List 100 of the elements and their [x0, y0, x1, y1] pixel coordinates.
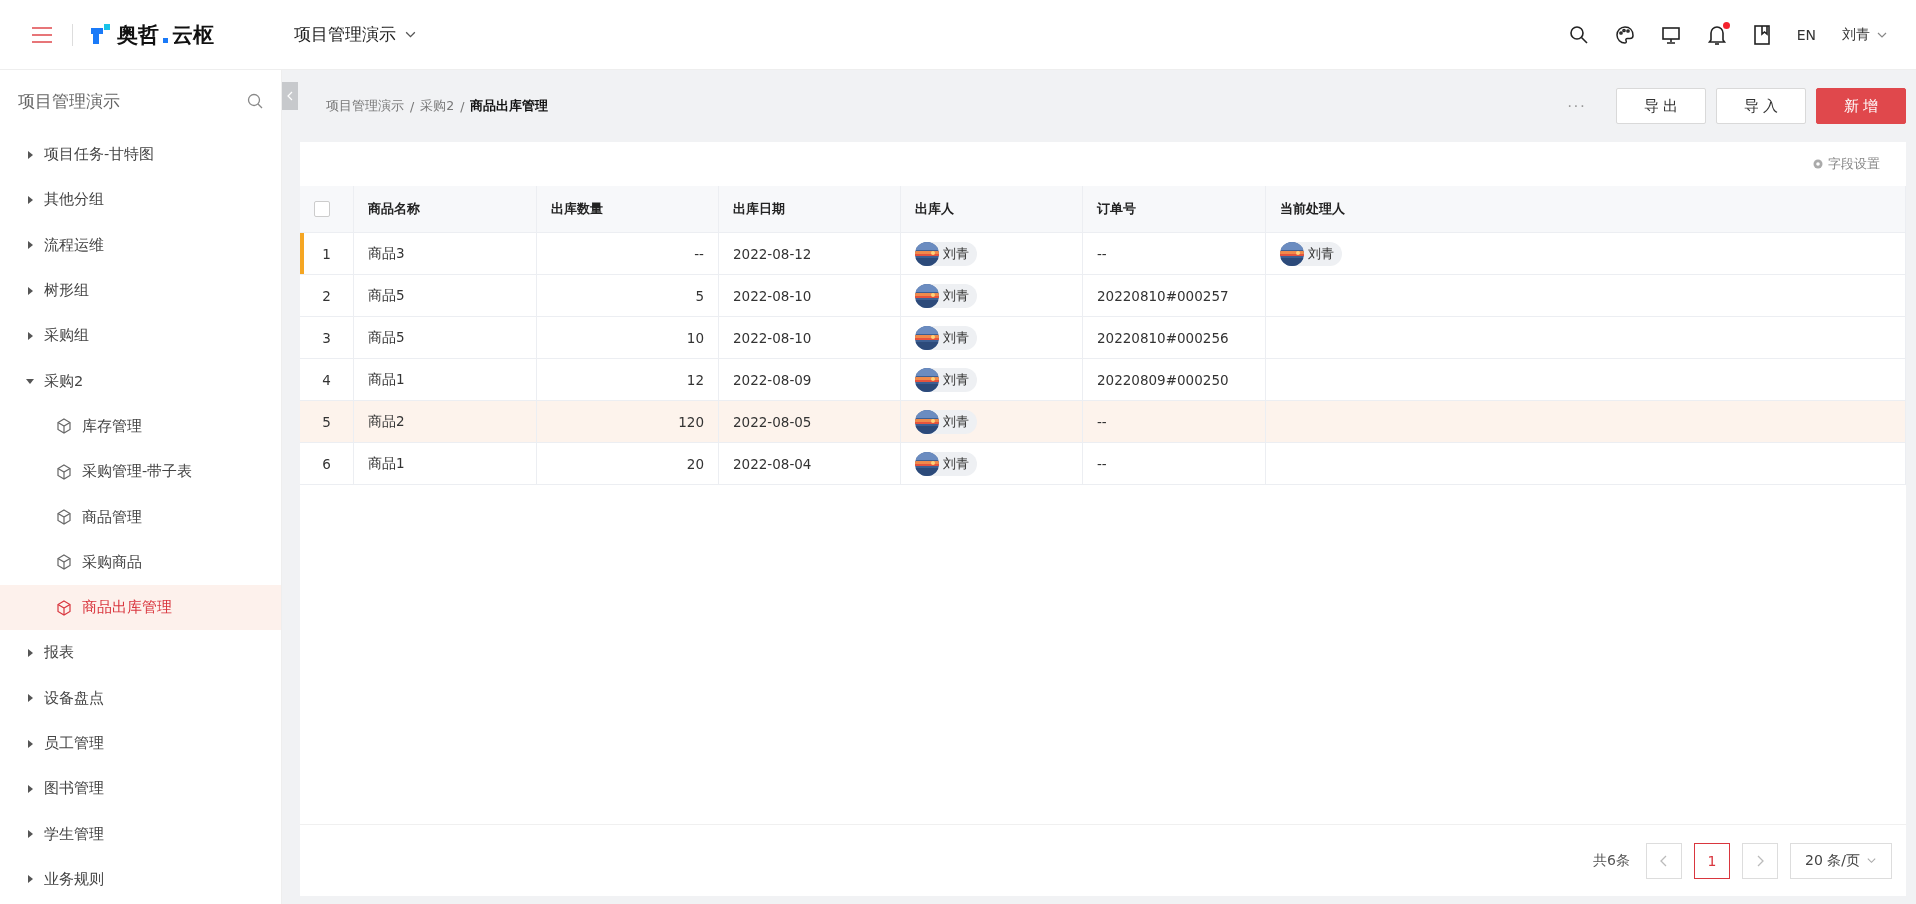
caret-icon — [26, 830, 34, 839]
sidebar-item-label: 流程运维 — [44, 235, 104, 255]
sidebar-item-label: 采购商品 — [82, 552, 142, 572]
book-icon[interactable] — [1752, 24, 1771, 45]
sidebar-item[interactable]: 图书管理 — [0, 766, 281, 812]
row-number: 3 — [300, 317, 354, 359]
cube-icon — [56, 418, 72, 435]
column-header: 商品名称 — [354, 186, 537, 233]
row-number: 1 — [300, 233, 354, 275]
language-button[interactable]: EN — [1796, 26, 1816, 43]
table-cell: 商品1 — [354, 443, 537, 485]
sidebar-item-label: 采购管理-带子表 — [82, 462, 193, 482]
monitor-icon[interactable] — [1660, 24, 1681, 45]
field-settings-button[interactable]: 字段设置 — [1806, 154, 1886, 174]
app-switcher[interactable]: 项目管理演示 — [294, 23, 417, 46]
sidebar-item-label: 树形组 — [44, 281, 89, 301]
user-tag: 刘青 — [915, 325, 977, 350]
user-tag: 刘青 — [915, 283, 977, 308]
caret-icon — [26, 150, 34, 159]
sidebar-item[interactable]: 库存管理 — [0, 403, 281, 450]
table-cell: 商品2 — [354, 401, 537, 443]
chevron-left-icon — [1660, 854, 1668, 867]
column-header: 订单号 — [1083, 186, 1266, 233]
cube-icon — [56, 463, 72, 480]
page-button[interactable]: 1 — [1694, 842, 1730, 879]
table-cell: 12 — [537, 359, 719, 401]
table-cell: -- — [1083, 401, 1266, 443]
table-cell: 2022-08-10 — [719, 275, 901, 317]
chevron-left-icon — [287, 91, 293, 101]
sidebar-item[interactable]: 采购商品 — [0, 539, 281, 585]
table-cell: 2022-08-12 — [719, 233, 901, 275]
caret-icon — [26, 694, 34, 703]
table-cell: 5 — [537, 275, 719, 317]
row-number: 4 — [300, 359, 354, 401]
user-tag: 刘青 — [915, 367, 977, 392]
search-icon[interactable] — [1568, 24, 1589, 45]
caret-icon — [26, 739, 34, 748]
caret-icon — [26, 241, 34, 250]
cube-icon — [56, 509, 72, 525]
table-cell: -- — [537, 233, 719, 275]
sidebar-item[interactable]: 设备盘点 — [0, 675, 281, 721]
breadcrumb-separator: / — [460, 98, 465, 114]
sidebar-item[interactable]: 报表 — [0, 630, 281, 676]
sidebar-item-label: 采购组 — [44, 326, 89, 346]
sidebar-item-label: 图书管理 — [44, 779, 104, 799]
row-number: 6 — [300, 443, 354, 485]
bell-icon[interactable] — [1706, 23, 1727, 46]
menu-icon[interactable] — [32, 26, 52, 43]
breadcrumb-link[interactable]: 项目管理演示 — [326, 97, 404, 115]
logo-icon — [91, 23, 113, 46]
add-button[interactable]: 新 增 — [1816, 88, 1906, 124]
table-cell: 2022-08-05 — [719, 401, 901, 443]
user-tag: 刘青 — [915, 241, 977, 266]
cube-icon — [56, 554, 72, 571]
breadcrumb-link[interactable]: 采购2 — [420, 97, 455, 115]
user-menu[interactable]: 刘青 — [1842, 25, 1888, 44]
sidebar-item-label: 业务规则 — [44, 869, 104, 889]
palette-icon[interactable] — [1614, 24, 1635, 45]
table-cell: 20220809#000250 — [1083, 359, 1266, 401]
sidebar-item[interactable]: 学生管理 — [0, 811, 281, 857]
sidebar-item[interactable]: 商品管理 — [0, 494, 281, 540]
page-size-select[interactable]: 20 条/页 — [1790, 842, 1892, 879]
sidebar-item[interactable]: 采购管理-带子表 — [0, 449, 281, 495]
column-header: 出库日期 — [719, 186, 901, 233]
chevron-right-icon — [1756, 854, 1764, 867]
user-tag: 刘青 — [915, 409, 977, 434]
table-cell: 商品3 — [354, 233, 537, 275]
logo-text: 云枢 — [172, 21, 214, 49]
logo-text: 奥哲 — [117, 21, 159, 49]
sidebar-item-label: 商品出库管理 — [82, 598, 172, 618]
sidebar-item[interactable]: 商品出库管理 — [0, 584, 281, 631]
user-tag: 刘青 — [915, 451, 977, 476]
table-cell: 商品1 — [354, 359, 537, 401]
sidebar-item-label: 库存管理 — [82, 416, 142, 436]
toolbar-button[interactable]: 导 出 — [1616, 88, 1706, 124]
caret-icon — [26, 331, 34, 340]
sidebar-item-label: 商品管理 — [82, 507, 142, 527]
sidebar-item[interactable]: 采购2 — [0, 358, 281, 404]
row-number: 2 — [300, 275, 354, 317]
sidebar-item[interactable]: 项目任务-甘特图 — [0, 132, 281, 178]
sidebar-item[interactable]: 业务规则 — [0, 856, 281, 903]
chevron-down-icon — [1866, 855, 1877, 866]
sidebar-item[interactable]: 采购组 — [0, 313, 281, 359]
sidebar-item-label: 学生管理 — [44, 824, 104, 844]
breadcrumb-link[interactable]: 商品出库管理 — [470, 97, 549, 115]
sidebar-item-label: 其他分组 — [44, 190, 104, 210]
table-cell: 20 — [537, 443, 719, 485]
row-number: 5 — [300, 401, 354, 443]
toolbar-button[interactable]: 导 入 — [1716, 88, 1806, 124]
caret-icon — [26, 784, 34, 793]
caret-icon — [26, 286, 34, 295]
cube-icon — [56, 599, 72, 616]
sidebar-item[interactable]: 树形组 — [0, 267, 281, 314]
table-cell: -- — [1083, 233, 1266, 275]
sidebar-item[interactable]: 其他分组 — [0, 177, 281, 223]
sidebar-item[interactable]: 流程运维 — [0, 222, 281, 268]
caret-icon — [26, 648, 34, 657]
column-header: 出库人 — [901, 186, 1083, 233]
checkbox[interactable] — [314, 201, 330, 217]
sidebar-item[interactable]: 员工管理 — [0, 720, 281, 767]
